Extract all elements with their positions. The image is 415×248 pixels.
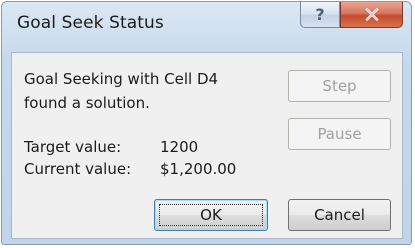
cancel-button[interactable]: Cancel xyxy=(288,199,391,231)
help-icon: ? xyxy=(315,5,325,24)
ok-button-label: OK xyxy=(200,206,222,224)
current-value-label: Current value: xyxy=(24,160,132,178)
close-icon xyxy=(365,8,378,21)
current-value: $1,200.00 xyxy=(160,160,237,178)
step-button[interactable]: Step xyxy=(288,70,391,102)
target-value: 1200 xyxy=(160,138,199,156)
pause-button[interactable]: Pause xyxy=(288,118,391,150)
status-message-line1: Goal Seeking with Cell D4 xyxy=(24,70,219,88)
help-button[interactable]: ? xyxy=(300,2,340,28)
goal-seek-status-dialog: Goal Seek Status ? Goal Seeking with Cel… xyxy=(1,1,412,245)
dialog-title: Goal Seek Status xyxy=(17,13,164,33)
ok-button[interactable]: OK xyxy=(154,199,268,231)
status-message: Goal Seeking with Cell D4 found a soluti… xyxy=(24,67,218,115)
status-message-line2: found a solution. xyxy=(24,94,150,112)
title-bar[interactable]: Goal Seek Status ? xyxy=(2,2,411,54)
dialog-body: Goal Seeking with Cell D4 found a soluti… xyxy=(11,52,403,239)
close-button[interactable] xyxy=(340,2,403,28)
target-value-label: Target value: xyxy=(24,138,122,156)
